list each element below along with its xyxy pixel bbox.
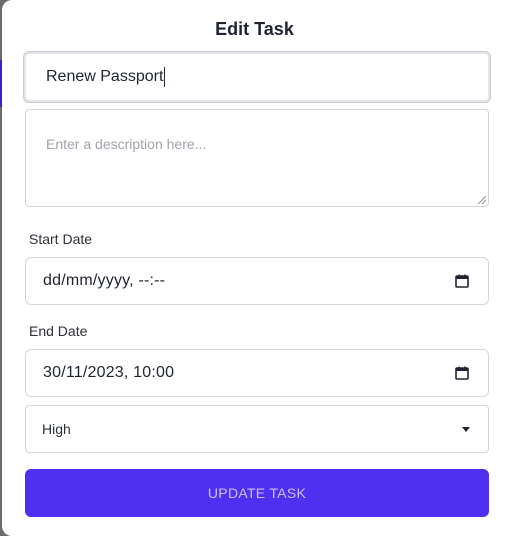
calendar-icon[interactable] — [455, 274, 469, 288]
calendar-icon[interactable] — [455, 366, 469, 380]
priority-selected-value: High — [42, 421, 71, 437]
task-title-value: Renew Passport — [46, 68, 164, 85]
update-task-button[interactable]: UPDATE TASK — [25, 469, 489, 517]
description-placeholder: Enter a description here... — [46, 136, 207, 152]
caret-down-icon — [462, 427, 470, 432]
end-date-label: End Date — [29, 323, 88, 339]
start-date-input[interactable]: dd/mm/yyyy, --:-- — [25, 257, 489, 305]
text-caret — [164, 67, 166, 87]
description-textarea[interactable]: Enter a description here... — [25, 109, 489, 207]
end-date-value: 30/11/2023, 10:00 — [43, 364, 175, 381]
end-date-input[interactable]: 30/11/2023, 10:00 — [25, 349, 489, 397]
task-title-input[interactable]: Renew Passport — [23, 51, 491, 103]
priority-select[interactable]: High — [25, 405, 489, 453]
start-date-value: dd/mm/yyyy, --:-- — [43, 272, 166, 289]
start-date-label: Start Date — [29, 231, 93, 247]
modal-title: Edit Task — [215, 19, 294, 39]
resize-handle-icon[interactable] — [478, 196, 486, 204]
